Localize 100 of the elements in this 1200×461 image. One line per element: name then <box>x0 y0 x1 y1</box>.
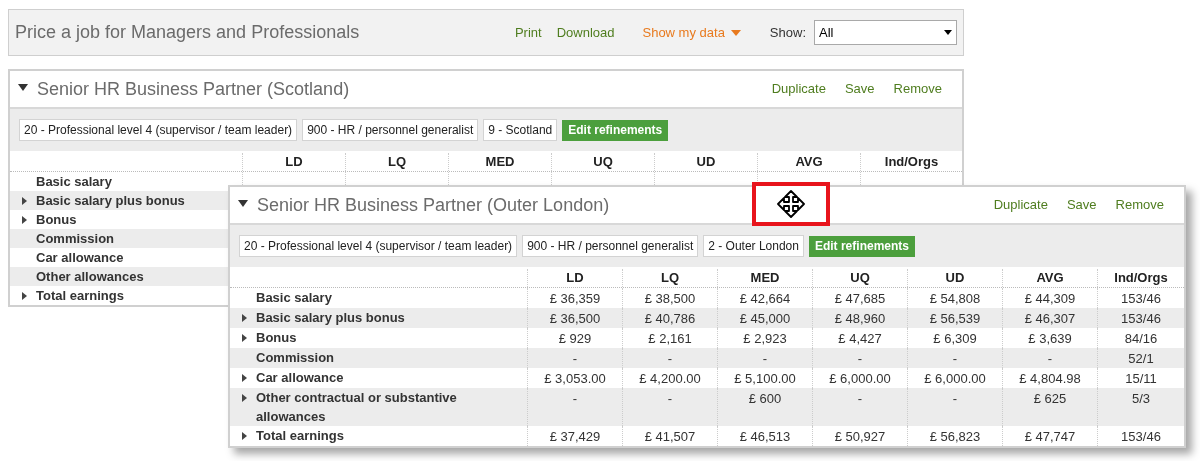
table-cell: £ 37,429 <box>549 429 601 444</box>
table-cell: £ 5,100.00 <box>734 371 796 386</box>
table-cell: £ 41,507 <box>644 429 696 444</box>
table-cell: £ 625 <box>1033 391 1067 406</box>
table-cell: £ 6,000.00 <box>924 371 986 386</box>
action-link[interactable]: Duplicate <box>993 195 1048 215</box>
column-header: UQ <box>593 154 613 169</box>
table-cell: £ 36,359 <box>549 291 601 306</box>
row-label: Car allowance <box>36 249 124 267</box>
table-cell: 84/16 <box>1124 331 1158 346</box>
table-cell: £ 42,664 <box>739 291 791 306</box>
table-cell: - <box>762 351 768 366</box>
row-label: Commission <box>36 230 114 248</box>
column-header: LD <box>566 270 584 285</box>
column-header: LD <box>285 154 303 169</box>
row-label: Total earnings <box>256 427 344 445</box>
row-label: Total earnings <box>36 287 124 305</box>
page-title: Price a job for Managers and Professionals <box>15 21 361 44</box>
expand-icon[interactable] <box>22 196 27 205</box>
action-link[interactable]: Save <box>844 79 875 99</box>
refinement-tag: 9 - Scotland <box>483 119 558 141</box>
row-label: Basic salary <box>36 173 112 191</box>
job-title: Senior HR Business Partner (Outer London) <box>257 193 610 217</box>
table-cell: 15/11 <box>1125 371 1157 386</box>
action-link[interactable]: Save <box>1066 195 1097 215</box>
table-cell: - <box>857 351 863 366</box>
table-cell: £ 38,500 <box>644 291 696 306</box>
table-cell: - <box>952 391 958 406</box>
table-cell: 153/46 <box>1121 429 1161 444</box>
row-label: Car allowance <box>256 369 344 387</box>
expand-icon[interactable] <box>242 431 247 440</box>
table-cell: £ 47,685 <box>834 291 886 306</box>
column-header: AVG <box>1036 270 1064 285</box>
table-cell: £ 600 <box>748 391 782 406</box>
expand-icon[interactable] <box>22 291 27 300</box>
column-header: LQ <box>387 154 407 169</box>
expand-icon[interactable] <box>242 373 247 382</box>
row-label: Basic salary plus bonus <box>256 309 405 327</box>
table-cell: £ 47,747 <box>1024 429 1076 444</box>
table-cell: £ 6,000.00 <box>829 371 891 386</box>
table-cell: £ 48,960 <box>834 311 886 326</box>
table-cell: £ 2,923 <box>743 331 787 346</box>
table-cell: £ 46,307 <box>1024 311 1076 326</box>
table-cell: £ 56,823 <box>929 429 981 444</box>
table-cell: £ 2,161 <box>648 331 692 346</box>
column-header: UD <box>945 270 965 285</box>
refinement-tag: 2 - Outer London <box>703 235 804 257</box>
show-select[interactable]: All <box>814 20 957 45</box>
header-link[interactable]: Download <box>556 22 615 43</box>
expand-icon[interactable] <box>242 333 247 342</box>
caret-icon <box>730 29 741 36</box>
table-cell: £ 4,804.98 <box>1019 371 1081 386</box>
expand-icon[interactable] <box>22 215 27 224</box>
table-cell: £ 46,513 <box>739 429 791 444</box>
table-cell: £ 40,786 <box>644 311 696 326</box>
table-cell: £ 56,539 <box>929 311 981 326</box>
expand-icon[interactable] <box>242 393 247 402</box>
table-cell: 5/3 <box>1131 391 1151 406</box>
job-title: Senior HR Business Partner (Scotland) <box>37 77 350 101</box>
table-cell: 153/46 <box>1121 311 1161 326</box>
refinement-tag: 20 - Professional level 4 (supervisor / team leader) <box>19 119 298 141</box>
table-cell: £ 4,200.00 <box>639 371 701 386</box>
action-link[interactable]: Remove <box>893 79 942 99</box>
edit-refinements-button[interactable]: Edit refinements <box>562 119 669 141</box>
caret-icon <box>944 30 952 35</box>
header-link[interactable]: Print <box>514 22 542 43</box>
table-cell: - <box>572 391 578 406</box>
column-header: UQ <box>850 270 870 285</box>
action-link[interactable]: Duplicate <box>771 79 826 99</box>
row-label: Commission <box>256 349 334 367</box>
table-cell: £ 54,808 <box>929 291 981 306</box>
table-cell: £ 3,053.00 <box>544 371 606 386</box>
column-header: UD <box>696 154 716 169</box>
table-cell: £ 6,309 <box>933 331 977 346</box>
column-header: AVG <box>795 154 823 169</box>
expand-icon[interactable] <box>242 313 247 322</box>
action-link[interactable]: Remove <box>1115 195 1164 215</box>
table-cell: 153/46 <box>1121 291 1161 306</box>
table-cell: - <box>952 351 958 366</box>
move-cursor-icon <box>774 190 808 218</box>
refinement-tag: 900 - HR / personnel generalist <box>302 119 479 141</box>
table-cell: £ 3,639 <box>1028 331 1072 346</box>
row-label: Other contractual or substantive allowances <box>256 389 458 426</box>
show-data-menu[interactable]: Show my data <box>642 22 741 43</box>
table-cell: £ 4,427 <box>838 331 882 346</box>
edit-refinements-button[interactable]: Edit refinements <box>808 235 915 257</box>
table-cell: - <box>667 391 673 406</box>
row-label: Basic salary <box>256 289 332 307</box>
row-label: Bonus <box>256 329 297 347</box>
table-cell: £ 36,500 <box>549 311 601 326</box>
row-label: Bonus <box>36 211 77 229</box>
refinement-tag: 20 - Professional level 4 (supervisor / team leader) <box>239 235 518 257</box>
column-header: MED <box>485 154 515 169</box>
column-header: MED <box>750 270 780 285</box>
table-cell: £ 44,309 <box>1024 291 1076 306</box>
table-cell: - <box>667 351 673 366</box>
table-cell: - <box>1047 351 1053 366</box>
column-header: Ind/Orgs <box>1114 270 1168 285</box>
table-cell: - <box>857 391 863 406</box>
table-cell: £ 50,927 <box>834 429 886 444</box>
